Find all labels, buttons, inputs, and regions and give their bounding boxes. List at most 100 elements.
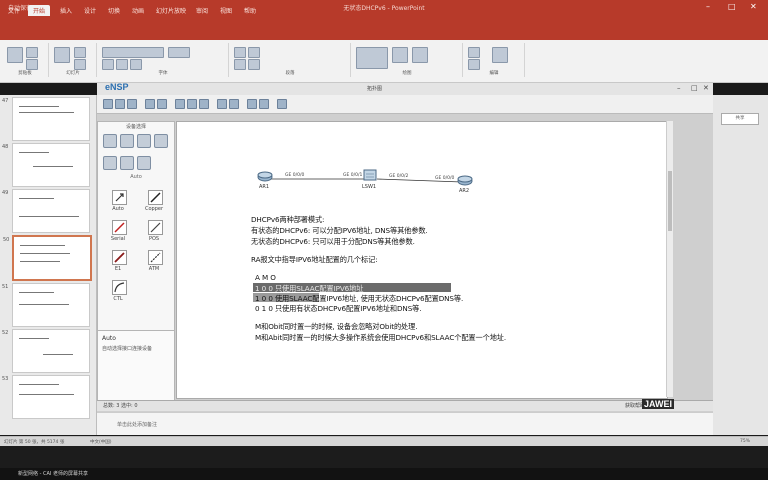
- device-name: Auto: [112, 206, 124, 212]
- scrollbar-thumb[interactable]: [668, 171, 672, 231]
- numbering-icon[interactable]: [248, 47, 260, 58]
- slide-thumbnail[interactable]: 53: [2, 375, 90, 419]
- screen-border: [0, 446, 768, 468]
- shapes-icon[interactable]: [356, 47, 388, 69]
- minimize-icon[interactable]: –: [677, 84, 681, 92]
- device-copper[interactable]: Copper: [137, 190, 171, 220]
- switch-category-icon[interactable]: [120, 134, 134, 148]
- paste-icon[interactable]: [7, 47, 23, 63]
- ctl-cable-icon: [112, 280, 127, 295]
- router-category-icon[interactable]: [103, 134, 117, 148]
- font-name-box[interactable]: [102, 47, 164, 58]
- quick-styles-icon[interactable]: [412, 47, 428, 63]
- slide-number: 53: [2, 376, 9, 382]
- bullets-icon[interactable]: [234, 47, 246, 58]
- ribbon-group-drawing: 绘图: [352, 43, 463, 77]
- underline-icon[interactable]: [130, 59, 142, 70]
- cloud-category-icon[interactable]: [120, 156, 134, 170]
- device-e1[interactable]: E1: [101, 250, 135, 280]
- device-pos[interactable]: POS: [137, 220, 171, 250]
- select-icon[interactable]: [175, 99, 185, 109]
- align-left-icon[interactable]: [234, 59, 246, 70]
- bold-icon[interactable]: [102, 59, 114, 70]
- tab-review[interactable]: 审阅: [196, 6, 208, 15]
- slide-thumbnail[interactable]: 51: [2, 283, 90, 327]
- switch-lsw1[interactable]: LSW1: [362, 168, 377, 190]
- slide-thumbnail-selected[interactable]: 50: [3, 235, 92, 281]
- switch-icon: [363, 169, 377, 181]
- replace-icon[interactable]: [468, 59, 480, 70]
- arrange-icon[interactable]: [392, 47, 408, 63]
- ribbon-group-clipboard: 剪贴板: [2, 43, 49, 77]
- device-auto[interactable]: Auto: [101, 190, 135, 220]
- wlan-category-icon[interactable]: [137, 134, 151, 148]
- rectangle-icon[interactable]: [229, 99, 239, 109]
- tab-design[interactable]: 设计: [84, 6, 96, 15]
- taskbar-item[interactable]: 新型网络 - CAI 老师的屏幕共享: [18, 470, 88, 477]
- layout-icon[interactable]: [74, 47, 86, 58]
- canvas-vertical-scrollbar[interactable]: [666, 121, 673, 397]
- device-serial[interactable]: Serial: [101, 220, 135, 250]
- start-device-icon[interactable]: [247, 99, 257, 109]
- device-atm[interactable]: ATM: [137, 250, 171, 280]
- ribbon-group-paragraph: 段落: [230, 43, 351, 77]
- slide-thumbnail[interactable]: 49: [2, 189, 90, 233]
- tab-view[interactable]: 视图: [220, 6, 232, 15]
- tab-animations[interactable]: 动画: [132, 6, 144, 15]
- open-icon[interactable]: [115, 99, 125, 109]
- device-ctl[interactable]: CTL: [101, 280, 135, 310]
- tab-transitions[interactable]: 切换: [108, 6, 120, 15]
- e1-cable-icon: [112, 250, 127, 265]
- tab-file[interactable]: 文件: [8, 6, 20, 15]
- firewall-category-icon[interactable]: [154, 134, 168, 148]
- topology-canvas[interactable]: AR1 LSW1 AR2 GE 0/0/0 GE 0/0/1 GE 0/0/2 …: [176, 121, 668, 399]
- slide-thumbnail[interactable]: 47: [2, 97, 90, 141]
- notes-pane[interactable]: 单击此处添加备注: [97, 412, 713, 435]
- pc-category-icon[interactable]: [103, 156, 117, 170]
- undo-icon[interactable]: [145, 99, 155, 109]
- tab-slideshow[interactable]: 幻灯片放映: [156, 6, 186, 15]
- ribbon-group-editing: 编辑: [464, 43, 525, 77]
- router-ar2[interactable]: AR2: [457, 174, 473, 194]
- ensp-statusbar: 总数: 3 选中: 0 获取帮助与反馈: [97, 400, 713, 411]
- italic-icon[interactable]: [116, 59, 128, 70]
- cable-category-icon[interactable]: [137, 156, 151, 170]
- ensp-window-title: 拓扑图: [367, 86, 383, 92]
- move-icon[interactable]: [187, 99, 197, 109]
- save-icon[interactable]: [127, 99, 137, 109]
- device-info-title: Auto: [102, 335, 116, 342]
- new-topology-icon[interactable]: [103, 99, 113, 109]
- stop-device-icon[interactable]: [259, 99, 269, 109]
- zoom-level[interactable]: 75%: [740, 439, 750, 444]
- share-button[interactable]: 共享: [721, 113, 759, 125]
- slide-text-line: M和Abit同时置一的时候大多操作系统会使用DHCPv6和SLAAC个配置一个地…: [255, 333, 507, 342]
- router-ar1[interactable]: AR1: [257, 170, 273, 190]
- device-info-description: 自动选择接口连接设备: [102, 346, 153, 352]
- maximize-icon[interactable]: □: [691, 84, 698, 92]
- text-icon[interactable]: [217, 99, 227, 109]
- delete-icon[interactable]: [199, 99, 209, 109]
- new-slide-icon[interactable]: [54, 47, 70, 63]
- node-label: LSW1: [362, 184, 377, 190]
- section-icon[interactable]: [74, 59, 86, 70]
- tab-insert[interactable]: 插入: [60, 6, 72, 15]
- cut-icon[interactable]: [26, 47, 38, 58]
- notes-placeholder: 单击此处添加备注: [117, 422, 158, 428]
- close-icon[interactable]: ✕: [703, 84, 709, 92]
- slide-thumbnail[interactable]: 48: [2, 143, 90, 187]
- copy-icon[interactable]: [26, 59, 38, 70]
- redo-icon[interactable]: [157, 99, 167, 109]
- slide-text-line: DHCPv6两种部署模式:: [251, 215, 325, 224]
- align-center-icon[interactable]: [248, 59, 260, 70]
- find-icon[interactable]: [468, 47, 480, 58]
- slide-thumbnail[interactable]: 52: [2, 329, 90, 373]
- ribbon-group-label: 剪贴板: [18, 71, 32, 76]
- tab-home[interactable]: 开始: [28, 5, 51, 16]
- tab-help[interactable]: 帮助: [244, 6, 256, 15]
- language-indicator[interactable]: 中文(中国): [90, 439, 112, 445]
- capture-icon[interactable]: [277, 99, 287, 109]
- atm-cable-icon: [148, 250, 163, 265]
- font-size-box[interactable]: [168, 47, 190, 58]
- designer-icon[interactable]: [492, 47, 508, 63]
- slide-counter: 幻灯片 第 50 张，共 5174 张: [4, 440, 65, 445]
